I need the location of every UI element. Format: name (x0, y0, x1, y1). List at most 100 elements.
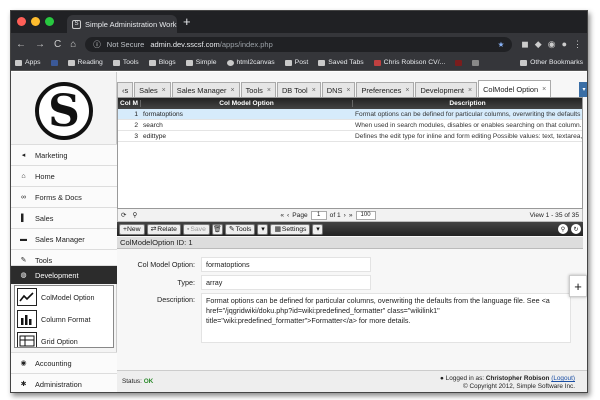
bookmark-extra-1[interactable] (455, 59, 463, 66)
column-header[interactable]: Col Model Option (141, 100, 353, 107)
save-button[interactable]: ▪ Save (182, 223, 210, 235)
tab-scroll-left[interactable]: ‹s (117, 82, 134, 97)
page-input[interactable]: 1 (310, 210, 327, 220)
extension-icon[interactable]: ◆ (535, 39, 542, 50)
tab-db-tool[interactable]: DB Tool × (276, 82, 321, 97)
column-header[interactable]: Col M (118, 100, 141, 107)
tools-dropdown[interactable]: ▾ (257, 223, 269, 235)
next-page-button[interactable]: › (344, 212, 346, 219)
tab-preferences[interactable]: Preferences × (356, 82, 415, 97)
main-panel: ‹s Sales × Sales Manager × Tools × DB Tool ×… (117, 72, 587, 392)
tools-button[interactable]: ✎ Tools (224, 223, 256, 235)
search-icon[interactable]: ⚲ (558, 224, 568, 234)
close-tab-icon[interactable]: × (162, 87, 166, 94)
tab-colmodel-option[interactable]: ColModel Option × (478, 80, 552, 97)
close-tab-icon[interactable]: × (468, 87, 472, 94)
app-page: S ◂ Marketing ⌂ Home ∞ Forms & Docs ▌ Sa… (11, 72, 587, 392)
address-bar[interactable]: ⓘ Not Secure admin.dev.sscsf.com/apps/in… (85, 36, 513, 52)
refresh-icon[interactable]: ↻ (571, 224, 581, 234)
settings-dropdown[interactable]: ▾ (312, 223, 324, 235)
menu-icon[interactable]: ⋮ (573, 39, 582, 50)
bookmark-simple[interactable]: Simple (185, 59, 217, 66)
type-field[interactable]: array (201, 275, 371, 290)
add-button[interactable]: + (569, 275, 587, 297)
field-label: Type: (177, 278, 195, 287)
home-button[interactable]: ⌂ (70, 39, 76, 50)
settings-button[interactable]: ▦ Settings (270, 223, 311, 235)
table-row[interactable]: 1 formatoptions Format options can be de… (118, 109, 582, 120)
rows-per-page-select[interactable]: 100 (355, 210, 376, 220)
sidebar-item-sales-manager[interactable]: ▬ Sales Manager (11, 228, 117, 249)
tab-label: DNS (326, 85, 343, 95)
bookmark-apps[interactable]: Apps (15, 59, 41, 66)
new-button[interactable]: +New (119, 223, 145, 235)
extension-icon[interactable]: ◼ (521, 39, 528, 50)
bookmark-tools[interactable]: Tools (112, 59, 139, 66)
close-window-button[interactable] (17, 17, 26, 26)
bookmark-post[interactable]: Post (284, 59, 308, 66)
close-tab-icon[interactable]: × (267, 87, 271, 94)
relate-button[interactable]: ⇄ Relate (146, 223, 181, 235)
maximize-window-button[interactable] (45, 17, 54, 26)
tab-sales-manager[interactable]: Sales Manager × (171, 82, 240, 97)
column-header[interactable]: Description (353, 100, 582, 107)
table-row[interactable]: 2 search When used in search modules, di… (118, 120, 582, 131)
option-cell: edittype (143, 132, 167, 140)
favicon-icon: S (72, 19, 81, 29)
sidebar-item-marketing[interactable]: ◂ Marketing (11, 144, 117, 165)
tab-development[interactable]: Development × (415, 82, 478, 97)
sidebar-item-label: Sales (35, 213, 54, 223)
bookmark-facebook[interactable] (50, 59, 58, 66)
close-tab-icon[interactable]: × (346, 87, 350, 94)
bookmark-saved-tabs[interactable]: Saved Tabs (318, 59, 364, 66)
extension-icon[interactable]: ◉ (548, 39, 556, 50)
description-field[interactable]: Format options can be defined for partic… (201, 293, 571, 343)
submenu-item-colmodel-option[interactable]: ColModel Option (15, 286, 113, 308)
sidebar-item-accounting[interactable]: ◉ Accounting (11, 352, 117, 373)
other-bookmarks[interactable]: Other Bookmarks (520, 59, 583, 66)
browser-tab[interactable]: S Simple Administration Workp... × (67, 15, 177, 33)
company-logo[interactable]: S (35, 82, 93, 140)
first-page-button[interactable]: « (280, 212, 284, 219)
tab-list-dropdown[interactable]: ▾ (579, 82, 587, 97)
forward-button[interactable]: → (35, 39, 45, 50)
colmodel-option-field[interactable]: formatoptions (201, 257, 371, 272)
close-tab-icon[interactable]: × (405, 87, 409, 94)
close-tab-icon[interactable]: × (542, 86, 546, 93)
bookmark-star-icon[interactable]: ★ (498, 40, 505, 49)
refresh-icon[interactable]: ⟳ (121, 211, 127, 219)
sidebar-item-sales[interactable]: ▌ Sales (11, 207, 117, 228)
sidebar-item-development[interactable]: ◍ Development (11, 265, 117, 284)
logout-link[interactable]: (Logout) (551, 375, 575, 382)
browser-window: S Simple Administration Workp... × + ← →… (10, 10, 588, 393)
submenu-item-column-format[interactable]: Column Format (15, 308, 113, 330)
sidebar-item-administration[interactable]: ✱ Administration (11, 373, 117, 392)
bookmark-cv[interactable]: Chris Robison CV/... (373, 59, 445, 66)
tab-tools[interactable]: Tools × (240, 82, 276, 97)
bookmark-html2canvas[interactable]: html2canvas (226, 59, 275, 66)
sidebar-item-home[interactable]: ⌂ Home (11, 165, 117, 186)
tab-sales[interactable]: Sales × (134, 82, 171, 97)
globe-icon (226, 59, 234, 66)
last-page-button[interactable]: » (349, 212, 353, 219)
back-button[interactable]: ← (16, 39, 26, 50)
reload-button[interactable]: C (54, 39, 61, 50)
bookmark-reading[interactable]: Reading (67, 59, 103, 66)
minimize-window-button[interactable] (31, 17, 40, 26)
new-tab-button[interactable]: + (183, 14, 191, 29)
close-tab-icon[interactable]: × (312, 87, 316, 94)
cog-icon: ✱ (20, 381, 27, 388)
gear-icon: ◍ (20, 272, 27, 279)
search-icon[interactable]: ⚲ (133, 211, 138, 219)
cv-icon (373, 59, 381, 66)
table-row[interactable]: 3 edittype Defines the edit type for inl… (118, 131, 582, 142)
bookmark-extra-2[interactable] (472, 59, 480, 66)
close-tab-icon[interactable]: × (230, 87, 234, 94)
sidebar-item-forms-docs[interactable]: ∞ Forms & Docs (11, 186, 117, 207)
submenu-item-grid-option[interactable]: Grid Option (15, 330, 113, 347)
tab-dns[interactable]: DNS × (321, 82, 356, 97)
prev-page-button[interactable]: ‹ (287, 212, 289, 219)
delete-button[interactable]: 🗑 (211, 223, 223, 235)
bookmark-blogs[interactable]: Blogs (148, 59, 176, 66)
profile-avatar[interactable]: ● (562, 39, 567, 49)
